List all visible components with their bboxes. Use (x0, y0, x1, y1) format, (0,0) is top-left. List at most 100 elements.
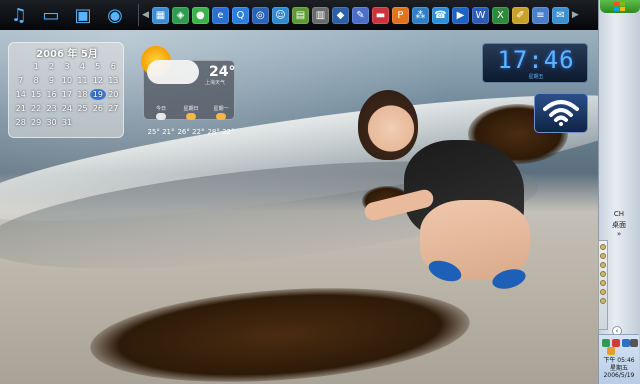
wifi-icon (543, 100, 579, 126)
toolbar-separator (138, 4, 139, 26)
calendar-day[interactable]: 26 (90, 103, 105, 114)
pencils-icon[interactable]: ✐ (511, 6, 529, 24)
network-icon[interactable]: ⁂ (411, 6, 429, 24)
calendar-day[interactable]: 18 (75, 89, 90, 100)
calendar-day[interactable]: 10 (59, 75, 74, 86)
forecast-sunday: 星期日 26° 22° (176, 105, 206, 136)
calendar-day[interactable]: 15 (28, 89, 43, 100)
calendar-day[interactable]: 8 (28, 75, 43, 86)
tray-weekday[interactable]: 星期五 (599, 363, 639, 372)
scroll-left-icon[interactable]: ◀ (142, 10, 149, 20)
p-app-icon[interactable]: P (391, 6, 409, 24)
calendar-day[interactable]: 13 (106, 75, 121, 86)
calendar-day[interactable]: 9 (44, 75, 59, 86)
top-toolbar: ♫ ▭ ▣ ◉ ◀ ▦ ◈ ● e Q ◎ ☺ ▤ ▥ ◆ ✎ ▬ P ⁂ ☎ ▶ W X ✐ ≡ ✉ ▶ (0, 0, 598, 30)
calendar-day[interactable]: 4 (75, 61, 90, 72)
antivirus-icon[interactable] (612, 339, 620, 347)
chrome-ball-icon[interactable]: ● (191, 6, 209, 24)
calendar-day[interactable]: 31 (59, 117, 74, 128)
calendar-day[interactable]: 29 (28, 117, 43, 128)
calendar-day[interactable]: 5 (90, 61, 105, 72)
forecast-temp: 26° 22° (177, 128, 205, 136)
chat-icon[interactable]: ☎ (431, 6, 449, 24)
calendar-day[interactable]: 28 (13, 117, 28, 128)
calendar-day[interactable]: 20 (106, 89, 121, 100)
search-icon[interactable]: Q (231, 6, 249, 24)
calendar-title: 2006 年 5月 (36, 49, 98, 60)
forecast-label: 今日 (155, 106, 166, 112)
calendar-day[interactable]: 12 (90, 75, 105, 86)
messenger-icon[interactable] (607, 347, 615, 355)
excel-icon[interactable]: X (491, 6, 509, 24)
notes-icon[interactable]: ✉ (551, 6, 569, 24)
cloud-icon (156, 113, 166, 120)
music-icon[interactable]: ♫ (6, 3, 32, 27)
calendar-day[interactable]: 22 (28, 103, 43, 114)
start-button[interactable] (600, 0, 640, 13)
calendar-day[interactable]: 24 (59, 103, 74, 114)
calendar-day[interactable]: 2 (44, 61, 59, 72)
gem-icon[interactable]: ◆ (331, 6, 349, 24)
windows-logo-icon (614, 2, 625, 11)
calendar-day[interactable]: 11 (75, 75, 90, 86)
tray-handle-icon[interactable] (600, 244, 606, 250)
media-player-icon[interactable]: ▶ (451, 6, 469, 24)
people-icon[interactable]: ☺ (271, 6, 289, 24)
calendar-day[interactable]: 21 (13, 103, 28, 114)
calendar-day[interactable]: 7 (13, 75, 28, 86)
calendar-day[interactable]: 1 (28, 61, 43, 72)
language-indicator[interactable]: CH (599, 210, 639, 218)
network-status-icon[interactable] (602, 339, 610, 347)
printer-icon[interactable]: ▥ (311, 6, 329, 24)
tray-handle-icon[interactable] (600, 253, 606, 259)
tray-handle-icon[interactable] (600, 262, 606, 268)
calendar-day-today[interactable]: 19 (90, 89, 106, 100)
forecast-label: 星期一 (213, 106, 229, 112)
person-head (358, 90, 418, 160)
current-temperature: 24° (209, 64, 236, 80)
volume-icon[interactable] (622, 339, 630, 347)
tray-handle-icon[interactable] (600, 271, 606, 277)
calendar-day[interactable]: 16 (44, 89, 59, 100)
quick-launch-bar: ▦ ◈ ● e Q ◎ ☺ ▤ ▥ ◆ ✎ ▬ P ⁂ ☎ ▶ W X ✐ ≡ ✉ (151, 6, 569, 24)
video-icon[interactable]: ▣ (70, 3, 96, 27)
tray-handle-icon[interactable] (600, 280, 606, 286)
color-palette-icon[interactable]: ▬ (371, 6, 389, 24)
disc-icon[interactable]: ◉ (102, 3, 128, 27)
calendar-day[interactable]: 17 (59, 89, 74, 100)
shield-icon[interactable]: ◈ (171, 6, 189, 24)
scroll-right-icon[interactable]: ▶ (572, 10, 579, 20)
weather-location: 上海天气 (205, 80, 226, 86)
calendar-day[interactable]: 25 (75, 103, 90, 114)
calendar-gadget[interactable]: 2006 年 5月 1 2 3 4 5 6 7 8 9 10 11 12 13 14 15 16 17 18 19 2… (8, 42, 124, 138)
eye-icon[interactable]: ◎ (251, 6, 269, 24)
notification-area: 下午 05:46 星期五 2006/5/19 (599, 334, 639, 384)
tools-icon[interactable]: ✎ (351, 6, 369, 24)
toolbar-expand-icon[interactable]: » (599, 230, 639, 238)
calendar-day[interactable]: 6 (106, 61, 121, 72)
photo-app-icon[interactable]: ▤ (291, 6, 309, 24)
document-icon[interactable]: ≡ (531, 6, 549, 24)
calendar-grid: 1 2 3 4 5 6 7 8 9 10 11 12 13 14 15 16 17 18 19 20 21 22 23 24 2… (13, 61, 121, 128)
calendar-day[interactable]: 23 (44, 103, 59, 114)
calendar-day[interactable]: 14 (13, 89, 28, 100)
wifi-gadget[interactable] (534, 93, 588, 133)
weather-gadget[interactable]: 今日 25° 21° 星期日 26° 22° 星期一 28° 22° 24° 上… (137, 46, 236, 136)
tray-date[interactable]: 2006/5/19 (599, 372, 639, 379)
forecast-temp: 28° 22° (207, 128, 235, 136)
word-icon[interactable]: W (471, 6, 489, 24)
clock-weekday: 星期五 (528, 74, 544, 80)
clock-gadget[interactable]: 17:46 星期五 (482, 43, 588, 83)
forecast-temp: 25° 21° (147, 128, 175, 136)
calendar-day[interactable]: 27 (106, 103, 121, 114)
partly-sunny-icon (186, 113, 196, 120)
desktop-toolbar-label[interactable]: 桌面 (599, 220, 639, 230)
calendar-day[interactable]: 3 (59, 61, 74, 72)
tray-handle-icon[interactable] (600, 289, 606, 295)
tray-handle-icon[interactable] (600, 298, 606, 304)
calendar-day[interactable]: 30 (44, 117, 59, 128)
picture-icon[interactable]: ▭ (38, 3, 64, 27)
tray-app-icon[interactable] (630, 339, 638, 347)
app-icon-1[interactable]: ▦ (151, 6, 169, 24)
ie-icon[interactable]: e (211, 6, 229, 24)
